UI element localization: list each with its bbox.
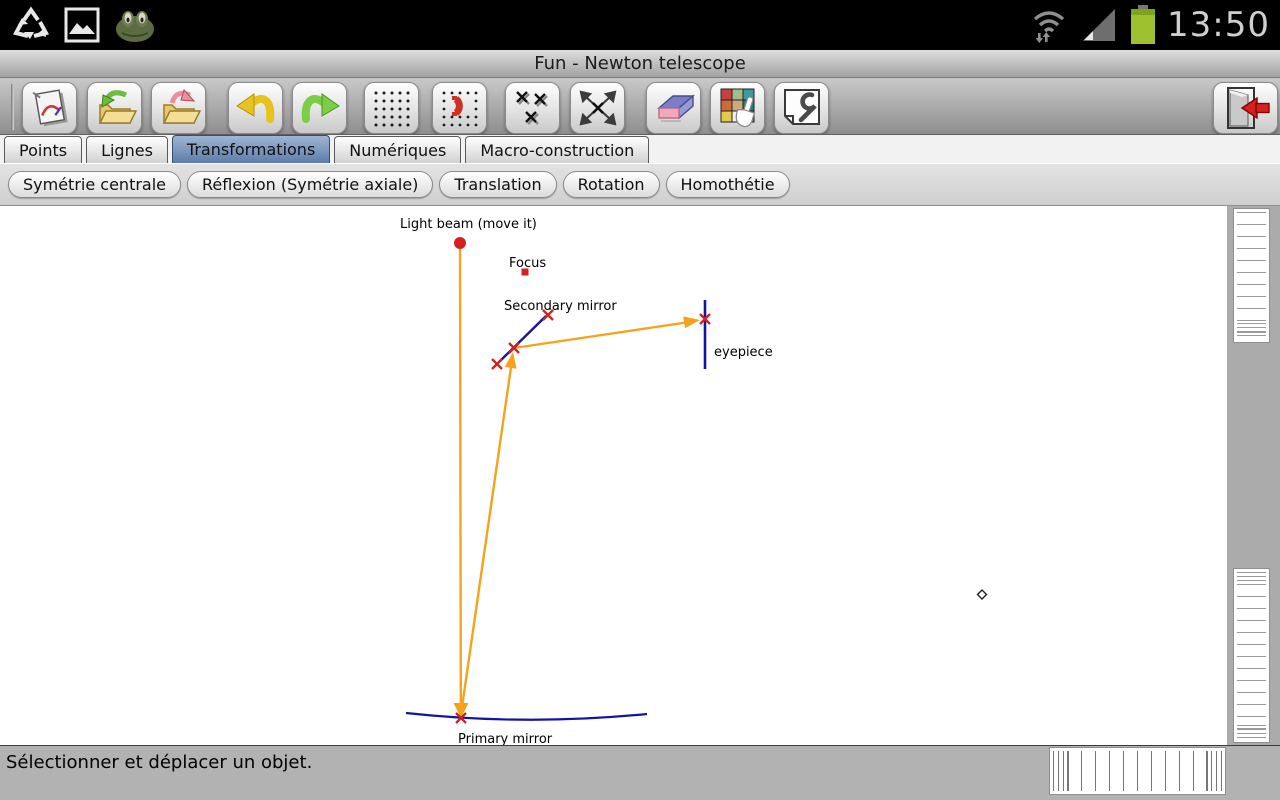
redo-button[interactable]: [292, 82, 347, 134]
new-construction-button[interactable]: [22, 82, 77, 134]
grid-dots-icon: [370, 88, 414, 128]
tab-strip: Points Lignes Transformations Numériques…: [0, 135, 1280, 163]
wrench-icon: [779, 86, 825, 130]
android-status-bar: 13:50: [0, 0, 1280, 50]
new-file-icon: [28, 86, 72, 130]
reflected-ray-1[interactable]: [461, 367, 511, 714]
palette-hand-icon: [716, 86, 760, 130]
tab-lignes[interactable]: Lignes: [86, 136, 168, 163]
vertical-zoom-slider-top[interactable]: [1233, 208, 1270, 343]
wifi-icon: [1029, 6, 1069, 44]
move-all-button[interactable]: [570, 82, 625, 134]
light-beam-ray[interactable]: [460, 249, 461, 703]
construction-drawing: Light beam (move it) Focus Secondary mir…: [0, 206, 1227, 746]
vertical-zoom-slider-bottom[interactable]: [1233, 568, 1270, 743]
eraser-icon: [651, 88, 697, 128]
eraser-button[interactable]: [646, 82, 701, 134]
secondary-end-point-1[interactable]: [492, 359, 502, 369]
points-icon: [511, 88, 555, 128]
tab-numeriques[interactable]: Numériques: [334, 136, 461, 163]
rotation-button[interactable]: Rotation: [563, 171, 660, 198]
recycle-icon: [12, 6, 50, 44]
toolbar: [0, 78, 1280, 135]
open-file-button[interactable]: [87, 82, 142, 134]
appearance-button[interactable]: [710, 82, 765, 134]
secondary-mirror-segment[interactable]: [499, 316, 546, 362]
battery-icon: [1129, 5, 1157, 45]
secondary-mirror-label: Secondary mirror: [504, 299, 617, 314]
magnet-grid-icon: [438, 88, 482, 128]
open-recent-button[interactable]: [151, 82, 206, 134]
geometry-canvas[interactable]: Light beam (move it) Focus Secondary mir…: [0, 205, 1280, 745]
homothetie-button[interactable]: Homothétie: [666, 171, 790, 198]
translation-button[interactable]: Translation: [439, 171, 556, 198]
signal-icon: [1079, 7, 1119, 43]
expand-arrows-icon: [576, 87, 620, 129]
reflected-ray-2-arrowhead: [683, 316, 700, 328]
frog-app-icon: [114, 7, 156, 43]
horizontal-zoom-slider[interactable]: [1049, 747, 1226, 795]
toolbar-separator: [11, 84, 14, 130]
open-folder-green-icon: [92, 87, 138, 129]
title-bar: Fun - Newton telescope: [0, 50, 1280, 78]
clock: 13:50: [1167, 5, 1270, 45]
tab-points[interactable]: Points: [4, 136, 82, 163]
open-folder-red-icon: [156, 87, 202, 129]
slider-stripes: [1237, 572, 1266, 739]
eyepiece-label: eyepiece: [714, 345, 773, 360]
slider-stripes: [1237, 212, 1266, 339]
grid-button[interactable]: [364, 82, 419, 134]
window-title: Fun - Newton telescope: [534, 53, 746, 74]
exit-button[interactable]: [1213, 82, 1278, 134]
primary-mirror-curve[interactable]: [406, 713, 647, 720]
diamond-point[interactable]: [978, 590, 987, 599]
exit-door-icon: [1220, 85, 1272, 131]
gallery-icon: [64, 7, 100, 43]
app-window: 13:50 Fun - Newton telescope: [0, 0, 1280, 800]
settings-button[interactable]: [774, 82, 829, 134]
slider-stripes: [1053, 751, 1222, 791]
show-points-button[interactable]: [505, 82, 560, 134]
snap-to-grid-button[interactable]: [432, 82, 487, 134]
undo-icon: [233, 87, 279, 129]
light-beam-label: Light beam (move it): [400, 217, 537, 232]
status-bar: Sélectionner et déplacer un objet.: [0, 745, 1280, 800]
primary-mirror-label: Primary mirror: [458, 732, 553, 746]
transform-toolbar: Symétrie centrale Réflexion (Symétrie ax…: [0, 163, 1280, 205]
focus-label: Focus: [509, 256, 546, 271]
tab-macro-construction[interactable]: Macro-construction: [465, 136, 649, 163]
right-panel: [1227, 206, 1280, 746]
redo-icon: [297, 87, 343, 129]
status-message: Sélectionner et déplacer un objet.: [6, 752, 312, 773]
reflexion-button[interactable]: Réflexion (Symétrie axiale): [187, 171, 433, 198]
reflected-ray-2[interactable]: [514, 323, 686, 349]
point-markers: [456, 310, 710, 723]
undo-button[interactable]: [228, 82, 283, 134]
light-beam-point[interactable]: [454, 237, 466, 249]
tab-transformations[interactable]: Transformations: [172, 135, 330, 163]
symetrie-centrale-button[interactable]: Symétrie centrale: [8, 171, 181, 198]
